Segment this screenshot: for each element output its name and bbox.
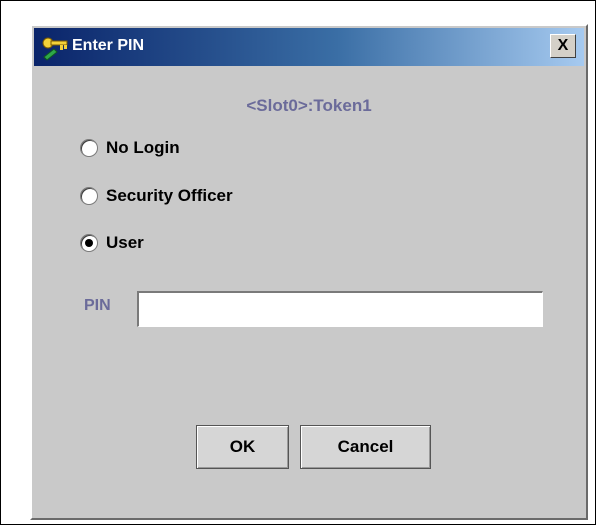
radio-option-security-officer[interactable]: Security Officer [80,186,233,206]
pin-input[interactable] [137,291,543,327]
radio-option-no-login[interactable]: No Login [80,138,180,158]
radio-button-unchecked[interactable] [80,139,98,157]
enter-pin-dialog: Enter PIN X <Slot0>:Token1 No Login Secu… [30,24,588,520]
ok-button[interactable]: OK [196,425,289,469]
title-bar[interactable]: Enter PIN X [34,28,584,66]
radio-button-unchecked[interactable] [80,187,98,205]
radio-label: User [106,233,144,252]
close-button[interactable]: X [550,34,576,58]
cancel-button[interactable]: Cancel [300,425,431,469]
radio-label: Security Officer [106,186,233,205]
pin-label: PIN [84,297,111,314]
radio-option-user[interactable]: User [80,233,144,253]
screenshot-frame: Enter PIN X <Slot0>:Token1 No Login Secu… [0,0,596,525]
key-icon [40,33,70,61]
radio-label: No Login [106,138,180,157]
close-icon: X [557,37,569,54]
dialog-title: Enter PIN [72,37,145,54]
radio-button-checked[interactable] [80,234,98,252]
token-label: <Slot0>:Token1 [246,96,372,115]
